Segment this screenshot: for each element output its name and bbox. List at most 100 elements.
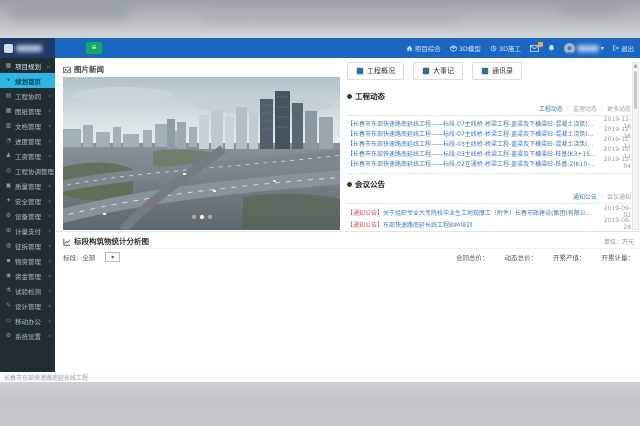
section-select-dropdown[interactable]: ▾ — [105, 252, 120, 262]
quick-link-phonebook[interactable]: 通讯录 — [472, 62, 522, 80]
settings-icon: ⚙ — [5, 332, 12, 339]
filter-link[interactable]: 更多动态 — [607, 104, 631, 113]
item-date: 2019-12-04 — [597, 156, 631, 170]
section-filter-value: 全部 — [82, 252, 95, 262]
chevron-collapsed-icon: ‹ — [48, 182, 51, 190]
nav-item-3d-model[interactable]: 3D模型 — [450, 43, 481, 53]
sidebar-item-planning-home-active[interactable]: • 规划首页 — [0, 73, 55, 88]
sidebar-item-collab[interactable]: ▤ 工程协同 ‹ — [0, 88, 55, 103]
news-list-item[interactable]: 【长春市东部快速路南延线工程——标段-07主线桥-桥梁工程-盖梁及下横梁砼-混凝… — [347, 128, 631, 138]
sidebar-item-drawing[interactable]: ▦ 图纸管理 ‹ — [0, 103, 55, 118]
message-badge — [538, 42, 543, 47]
chevron-collapsed-icon: ‹ — [48, 212, 51, 220]
sidebar-item-materials[interactable]: ▪ 物资管理 ‹ — [0, 253, 55, 268]
sidebar-item-coordination[interactable]: ◎ 工程协调管理 ‹ — [0, 163, 55, 178]
sidebar-item-label: 质量管理 — [15, 181, 41, 191]
sidebar-item-testing[interactable]: ⚗ 试验检测 ‹ — [0, 283, 55, 298]
memo-icon — [422, 67, 430, 75]
news-carousel-image[interactable] — [63, 77, 340, 230]
metric-label: 合同总价： — [456, 252, 489, 262]
filter-link[interactable]: 通知公告 — [573, 192, 597, 201]
sidebar-item-design[interactable]: ✎ 设计管理 ‹ — [0, 298, 55, 313]
sidebar-item-label: 试验检测 — [15, 286, 41, 296]
item-link-text: 【长春市东部快速路南延线工程——标段-03主线桥-桥梁工程-盖梁及下横梁砼-混凝… — [347, 139, 597, 148]
sidebar-item-label: 安全管理 — [15, 196, 41, 206]
quick-links-row: 工程概况 大事记 通讯录 — [347, 62, 631, 80]
flag-icon — [356, 67, 364, 75]
sidebar-item-equipment[interactable]: ⚙ 设备管理 ‹ — [0, 208, 55, 223]
quick-link-label: 通讯录 — [492, 66, 513, 76]
news-list-item[interactable]: 【长春市东部快速路南延线工程——标段-02互通桥-桥梁工程-盖梁及下横梁砼-桩基… — [347, 158, 631, 168]
chevron-collapsed-icon: ‹ — [48, 122, 51, 130]
logo-icon — [4, 44, 13, 53]
dynamics-header: 工程动态 — [347, 91, 631, 102]
sidebar-item-payment[interactable]: ⊞ 计量支付 ‹ — [0, 223, 55, 238]
news-list-item[interactable]: 【长春市东部快速路南延线工程——标段-03主线桥-桥梁工程-盖梁及下横梁砼-混凝… — [347, 138, 631, 148]
nav-item-3d-construction[interactable]: 3D施工 — [490, 43, 521, 53]
notifications-button[interactable] — [548, 44, 555, 52]
logout-button[interactable]: 退出 — [613, 43, 634, 53]
announcements-filters: 通知公告|会议通知 — [347, 192, 631, 201]
panel-scrollbar[interactable]: ▲ — [632, 62, 639, 230]
news-list-item[interactable]: 【通知公告】 东部快速路南延长线工程BIM培训 2019-08-28 — [347, 218, 631, 230]
home-icon — [406, 45, 413, 52]
filter-link[interactable]: 工程动态 — [539, 104, 563, 113]
design-icon: ✎ — [5, 302, 12, 309]
sidebar-item-label: 项目规划 — [15, 61, 41, 71]
chevron-collapsed-icon: ‹ — [48, 152, 51, 160]
city-aerial-photo — [63, 77, 340, 230]
sidebar-item-settings[interactable]: ⚙ 系统设置 ‹ — [0, 328, 55, 343]
news-list-item[interactable]: 【长春市东部快速路南延线工程——标段-03主线桥-桥梁工程-盖梁及下横梁砼-桩基… — [347, 148, 631, 158]
sidebar-item-payroll[interactable]: ♟ 工资管理 ‹ — [0, 148, 55, 163]
filter-link[interactable]: 会议通知 — [607, 192, 631, 201]
sidebar-item-quality[interactable]: ▣ 质量管理 ‹ — [0, 178, 55, 193]
news-list-item[interactable]: 【通知公告】 关于组织专业大专院校毕业生工地观摩工（附件）长春市政建设(集团)有… — [347, 206, 631, 218]
chevron-collapsed-icon: ‹ — [48, 332, 51, 340]
sidebar-item-mobile-office[interactable]: ▭ 移动办公 ‹ — [0, 313, 55, 328]
carousel-dot[interactable] — [192, 215, 196, 219]
user-menu[interactable]: ▾ — [564, 43, 604, 54]
filter-link[interactable]: 监理动态 — [573, 104, 597, 113]
item-link-text: 东部快速路南延长线工程BIM培训 — [383, 220, 597, 229]
chevron-collapsed-icon: ‹ — [48, 257, 51, 265]
sidebar-item-document[interactable]: ▥ 文档管理 ‹ — [0, 118, 55, 133]
chevron-collapsed-icon: ‹ — [48, 317, 51, 325]
item-link-text: 【长春市东部快速路南延线工程——标段-07主线桥-桥梁工程-盖梁及下横梁砼-混凝… — [347, 119, 597, 128]
chevron-down-icon: ▾ — [111, 254, 114, 261]
messages-button[interactable] — [530, 45, 539, 52]
nav-item-project-overview[interactable]: 项目综合 — [406, 43, 441, 53]
section-filter: 标段: 全部 ▾ — [63, 252, 120, 262]
carousel-dot[interactable] — [200, 215, 204, 219]
sidebar-toggle-button[interactable]: ≡ — [86, 42, 102, 54]
chevron-collapsed-icon: ‹ — [48, 272, 51, 280]
demolition-icon: ◍ — [5, 242, 12, 249]
chevron-collapsed-icon: ‹ — [48, 302, 51, 310]
divider — [55, 231, 640, 232]
sidebar-menu: ▦ 项目规划 ⌄ • 规划首页 ▤ 工程协同 ‹ ▦ 图纸管理 ‹ ▥ 文档管理… — [0, 58, 55, 372]
logo-text-blurred — [16, 45, 42, 52]
metric-label: 开累计量： — [602, 252, 635, 262]
scroll-up-arrow[interactable]: ▲ — [633, 63, 638, 70]
sidebar-item-label: 资金管理 — [15, 271, 41, 281]
section-filter-label: 标段: — [63, 252, 78, 262]
sidebar-item-label: 物资管理 — [15, 256, 41, 266]
quick-link-memo[interactable]: 大事记 — [413, 62, 463, 80]
hamburger-icon: ≡ — [92, 43, 97, 52]
quick-link-label: 工程概况 — [367, 66, 395, 76]
news-list-item[interactable]: 【长春市东部快速路南延线工程——标段-07主线桥-桥梁工程-盖梁及下横梁砼-混凝… — [347, 118, 631, 128]
sidebar-item-project-planning[interactable]: ▦ 项目规划 ⌄ — [0, 58, 55, 73]
bell-icon — [548, 44, 555, 52]
app-logo — [0, 38, 55, 58]
sidebar-item-label: 文档管理 — [15, 121, 41, 131]
divider — [55, 248, 640, 249]
quick-link-flag[interactable]: 工程概况 — [347, 62, 404, 80]
sidebar-item-funds[interactable]: ◉ 资金管理 ‹ — [0, 268, 55, 283]
scrollbar-thumb[interactable] — [634, 71, 637, 109]
sidebar-item-schedule[interactable]: ◔ 进度管理 ‹ — [0, 133, 55, 148]
carousel-dot[interactable] — [208, 215, 212, 219]
picture-news-header: 图片新闻 — [63, 64, 104, 75]
coordination-icon: ◎ — [5, 167, 12, 174]
sidebar-item-demolition[interactable]: ◍ 征拆管理 ‹ — [0, 238, 55, 253]
sidebar-item-safety[interactable]: ✦ 安全管理 ‹ — [0, 193, 55, 208]
item-date: 2019-08-28 — [597, 217, 631, 231]
